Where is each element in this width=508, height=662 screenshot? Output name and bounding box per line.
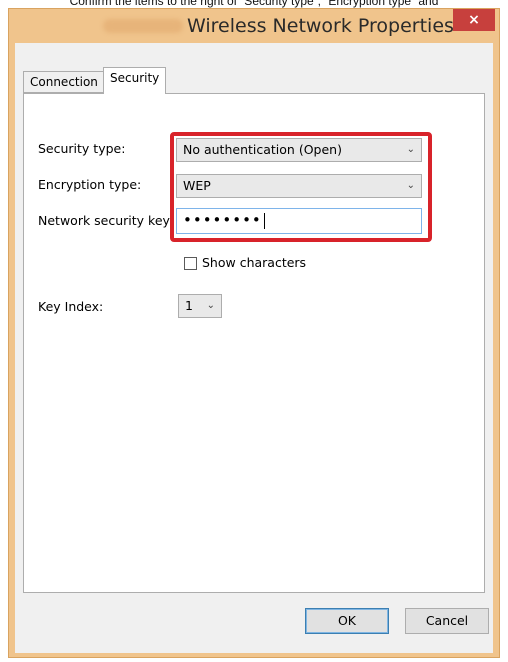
show-characters-checkbox[interactable]	[184, 257, 197, 270]
network-key-input[interactable]: ••••••••	[176, 208, 422, 234]
dialog-client-area: Connection Security Security type: No au…	[15, 43, 493, 653]
show-characters-label[interactable]: Show characters	[202, 254, 306, 272]
encryption-type-label: Encryption type:	[38, 177, 142, 192]
network-key-label: Network security key	[38, 213, 170, 228]
title-bar[interactable]: Wireless Network Properties ×	[9, 9, 499, 43]
text-caret	[263, 212, 265, 229]
security-tab-panel: Security type: No authentication (Open) …	[23, 93, 485, 593]
close-icon: ×	[468, 12, 480, 28]
window-title: Wireless Network Properties	[187, 15, 454, 37]
security-type-value: No authentication (Open)	[183, 142, 342, 157]
encryption-type-dropdown[interactable]: WEP ⌄	[176, 174, 422, 198]
cancel-button[interactable]: Cancel	[405, 608, 489, 634]
ok-button[interactable]: OK	[305, 608, 389, 634]
encryption-type-value: WEP	[183, 178, 211, 193]
tab-security[interactable]: Security	[103, 67, 167, 94]
chevron-down-icon: ⌄	[406, 180, 415, 191]
chevron-down-icon: ⌄	[206, 300, 215, 311]
tab-connection[interactable]: Connection	[23, 71, 105, 93]
security-type-label: Security type:	[38, 141, 126, 156]
chevron-down-icon: ⌄	[406, 144, 415, 155]
key-index-dropdown[interactable]: 1 ⌄	[178, 294, 222, 318]
close-button[interactable]: ×	[453, 9, 495, 31]
instruction-caption: Confirm the items to the right of “Secur…	[69, 0, 439, 8]
security-type-dropdown[interactable]: No authentication (Open) ⌄	[176, 138, 422, 162]
network-key-value: ••••••••	[183, 211, 262, 229]
properties-window: Wireless Network Properties × Connection…	[8, 8, 500, 658]
blurred-logo	[103, 19, 183, 33]
key-index-value: 1	[185, 298, 193, 313]
key-index-label: Key Index:	[38, 299, 104, 314]
